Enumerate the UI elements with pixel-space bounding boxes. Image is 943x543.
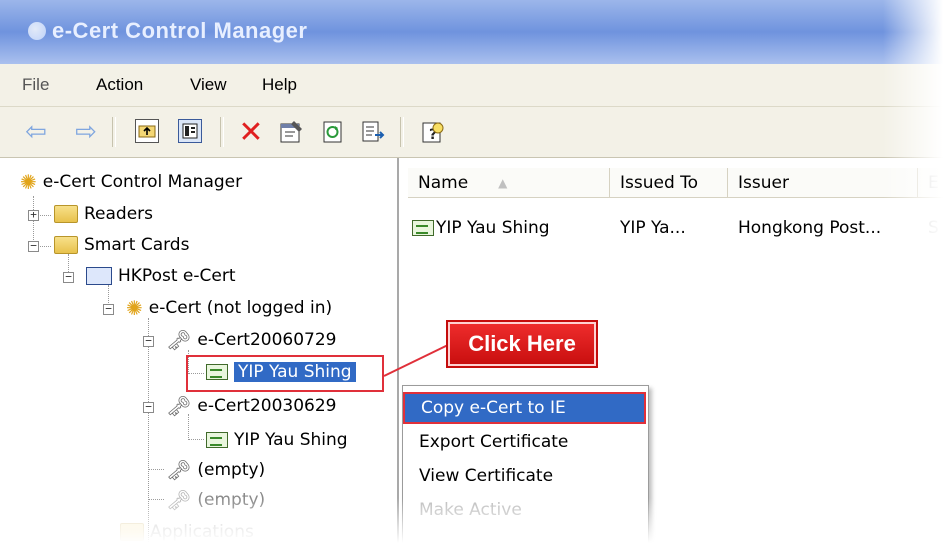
collapse-icon[interactable]: − [143,401,154,413]
delete-icon[interactable]: ✕ [236,115,266,150]
folder-icon [120,523,144,541]
expand-icon[interactable]: + [28,209,39,221]
help-icon[interactable]: ? [418,117,448,147]
tree-item-hkpost[interactable]: HKPost e-Cert [86,262,235,290]
column-label: Name [418,172,469,193]
tree-item-applications[interactable]: Applications [120,518,254,543]
menu-item-view-certificate[interactable]: View Certificate [403,460,646,492]
column-header-issued-to[interactable]: Issued To [610,168,728,198]
certificate-icon [412,220,434,236]
column-label: E [928,172,939,193]
folder-icon [54,205,78,223]
tree-item-empty[interactable]: 🗝 (empty) [166,456,265,484]
key-lock-icon: 🗝 [166,328,192,352]
title-bar: e-Cert Control Manager [0,0,943,64]
toolbar: ⇦ ⇨ ✕ ? [0,107,943,158]
certificate-manager-icon: ✺ [20,170,37,194]
cell-text: YIP Yau Shing [436,218,550,238]
menu-item-copy-ecert-to-ie[interactable]: Copy e-Cert to IE [403,392,646,424]
list-cell-issuer: Hongkong Post... [738,218,882,238]
list-cell-issued-to: YIP Ya... [620,218,686,238]
tree-pane: ✺ e-Cert Control Manager + Readers − Sma… [0,158,399,543]
tree-connector [148,318,149,543]
toolbar-separator [220,117,224,147]
column-header-extra[interactable]: E [918,168,943,198]
key-lock-icon: 🗝 [166,458,192,482]
tree-connector [148,469,164,470]
menu-action[interactable]: Action [96,75,143,95]
tree-item-label: YIP Yau Shing [234,430,348,450]
list-cell-name: YIP Yau Shing [412,218,550,238]
back-icon[interactable]: ⇦ [22,117,50,147]
click-here-callout: Click Here [448,322,596,366]
toolbar-separator [112,117,116,147]
tree-connector [188,439,204,440]
list-cell-extra: S [928,218,939,238]
tree-item-label: Smart Cards [84,235,190,255]
tree-item-label: Readers [84,204,154,224]
ecert-icon: ✺ [126,296,143,320]
column-header-issuer[interactable]: Issuer [728,168,918,198]
collapse-icon[interactable]: − [103,303,114,315]
tree-item-label: e-Cert (not logged in) [148,298,333,318]
properties-icon[interactable] [276,117,306,147]
sort-ascending-icon: ▲ [498,175,508,190]
menu-bar: File Action View Help [0,64,943,107]
tree-item-root[interactable]: ✺ e-Cert Control Manager [20,168,242,196]
folder-icon [54,236,78,254]
tree-connector [148,499,164,500]
tree-item-label: Applications [150,522,254,542]
forward-icon[interactable]: ⇨ [72,117,100,147]
key-lock-icon: 🗝 [166,394,192,418]
collapse-icon[interactable]: − [28,240,39,252]
key-lock-icon: 🗝 [166,488,192,512]
context-menu: Copy e-Cert to IE Export Certificate Vie… [402,385,649,543]
show-tree-icon[interactable] [178,119,202,143]
tree-item-readers[interactable]: Readers [54,200,153,228]
tree-item-ecert[interactable]: ✺ e-Cert (not logged in) [126,294,332,322]
tree-item-yip[interactable]: YIP Yau Shing [206,426,348,454]
column-label: Issuer [738,172,789,193]
menu-file[interactable]: File [22,75,49,95]
menu-item-export-certificate[interactable]: Export Certificate [403,426,646,458]
tree-item-empty[interactable]: 🗝 (empty) [166,486,265,514]
tree-item-label: (empty) [197,490,266,510]
collapse-icon[interactable]: − [63,271,74,283]
app-icon [28,22,46,40]
column-header-name[interactable]: Name ▲ [408,168,610,198]
up-folder-icon[interactable] [135,119,159,143]
menu-view[interactable]: View [190,75,227,95]
tree-item-cert-20060729[interactable]: 🗝 e-Cert20060729 [166,326,337,354]
collapse-icon[interactable]: − [143,335,154,347]
tree-item-label: e-Cert20060729 [197,330,337,350]
refresh-icon[interactable] [318,117,348,147]
menu-help[interactable]: Help [262,75,297,95]
smart-card-icon [86,267,112,285]
selected-item-highlight [186,355,384,392]
tree-item-label: HKPost e-Cert [118,266,236,286]
tree-item-label: (empty) [197,460,266,480]
export-list-icon[interactable] [358,117,388,147]
certificate-icon [206,432,228,448]
tree-item-smart-cards[interactable]: Smart Cards [54,231,189,259]
toolbar-separator [400,117,404,147]
tree-item-label: e-Cert Control Manager [42,172,243,192]
window-title: e-Cert Control Manager [52,18,308,43]
menu-item-make-active: Make Active [419,500,522,520]
tree-item-cert-20030629[interactable]: 🗝 e-Cert20030629 [166,392,337,420]
column-label: Issued To [620,172,699,193]
app-window: e-Cert Control Manager File Action View … [0,0,943,543]
tree-item-label: e-Cert20030629 [197,396,337,416]
